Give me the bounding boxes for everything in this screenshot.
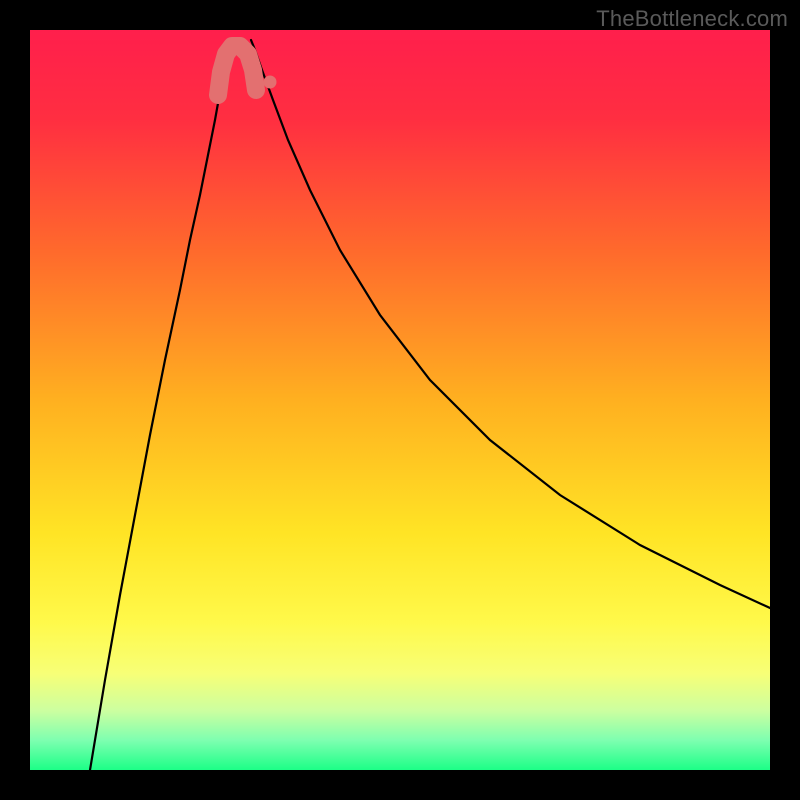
watermark-text: TheBottleneck.com (596, 6, 788, 32)
curve-layer (30, 30, 770, 770)
outer-frame: TheBottleneck.com (0, 0, 800, 800)
marker-dot (264, 76, 277, 89)
plot-area (30, 30, 770, 770)
marker-cluster (218, 46, 256, 95)
curve-left-branch (90, 40, 231, 770)
curve-right-branch (251, 40, 770, 608)
